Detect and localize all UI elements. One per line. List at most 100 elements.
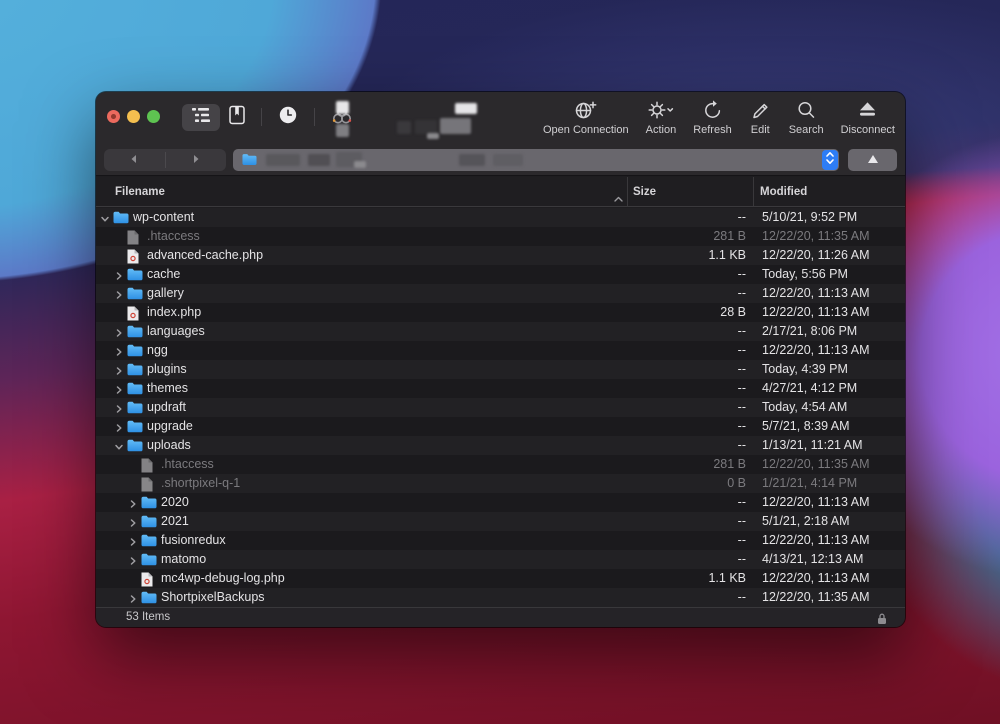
up-triangle-icon — [867, 151, 879, 169]
redacted-path-segment — [266, 154, 300, 166]
table-row[interactable]: themes--4/27/21, 4:12 PM — [96, 379, 905, 398]
table-row[interactable]: wp-content--5/10/21, 9:52 PM — [96, 208, 905, 227]
table-row[interactable]: ShortpixelBackups--12/22/20, 11:35 AM — [96, 588, 905, 607]
redacted-path-segment — [493, 154, 523, 166]
file-size: -- — [96, 284, 746, 303]
file-modified-date: 12/22/20, 11:35 AM — [762, 227, 870, 246]
file-modified-date: 12/22/20, 11:13 AM — [762, 341, 870, 360]
bookmarks-icon — [229, 105, 245, 130]
file-size: 281 B — [96, 227, 746, 246]
redacted-server-name — [427, 133, 439, 139]
file-size: 1.1 KB — [96, 569, 746, 588]
history-clock-icon — [278, 105, 298, 130]
table-row[interactable]: mc4wp-debug-log.php1.1 KB12/22/20, 11:13… — [96, 569, 905, 588]
file-size: -- — [96, 550, 746, 569]
table-row[interactable]: cache--Today, 5:56 PM — [96, 265, 905, 284]
file-modified-date: 12/22/20, 11:26 AM — [762, 246, 870, 265]
redacted-server-name — [415, 120, 437, 134]
file-size: -- — [96, 417, 746, 436]
file-modified-date: Today, 4:39 PM — [762, 360, 848, 379]
disconnect-button[interactable]: Disconnect — [841, 99, 895, 136]
file-size: -- — [96, 531, 746, 550]
table-row[interactable]: 2020--12/22/20, 11:13 AM — [96, 493, 905, 512]
globe-plus-icon — [573, 99, 598, 122]
back-arrow-icon — [129, 151, 139, 169]
table-row[interactable]: upgrade--5/7/21, 8:39 AM — [96, 417, 905, 436]
file-size: -- — [96, 493, 746, 512]
file-modified-date: 4/13/21, 12:13 AM — [762, 550, 863, 569]
file-list-header: Filename Size Modified — [96, 177, 905, 207]
table-row[interactable]: .htaccess281 B12/22/20, 11:35 AM — [96, 455, 905, 474]
toolbar-button-label: Edit — [751, 124, 770, 136]
gear-chevron-icon — [647, 99, 674, 122]
redacted-tab-icon — [336, 101, 349, 114]
close-button[interactable] — [107, 110, 120, 123]
toolbar-button-label: Action — [646, 124, 677, 136]
table-row[interactable]: plugins--Today, 4:39 PM — [96, 360, 905, 379]
table-row[interactable]: gallery--12/22/20, 11:13 AM — [96, 284, 905, 303]
path-stepper-control[interactable] — [822, 150, 838, 170]
history-nav-control — [104, 149, 226, 171]
table-row[interactable]: fusionredux--12/22/20, 11:13 AM — [96, 531, 905, 550]
redacted-server-name — [397, 121, 411, 134]
status-bar: 53 Items — [96, 607, 905, 627]
column-header-filename[interactable]: Filename — [115, 177, 165, 206]
outline-view-button[interactable] — [182, 104, 220, 131]
table-row[interactable]: advanced-cache.php1.1 KB12/22/20, 11:26 … — [96, 246, 905, 265]
file-size: -- — [96, 265, 746, 284]
table-row[interactable]: .htaccess281 B12/22/20, 11:35 AM — [96, 227, 905, 246]
action-button[interactable]: Action — [646, 99, 677, 136]
refresh-arrow-icon — [701, 99, 724, 122]
lock-icon — [877, 612, 887, 627]
search-button[interactable]: Search — [789, 99, 824, 136]
table-row[interactable]: languages--2/17/21, 8:06 PM — [96, 322, 905, 341]
column-header-modified[interactable]: Modified — [760, 177, 807, 206]
file-size: 0 B — [96, 474, 746, 493]
file-modified-date: 2/17/21, 8:06 PM — [762, 322, 857, 341]
zoom-button[interactable] — [147, 110, 160, 123]
table-row[interactable]: .shortpixel-q-10 B1/21/21, 4:14 PM — [96, 474, 905, 493]
column-header-size[interactable]: Size — [633, 177, 656, 206]
table-row[interactable]: ngg--12/22/20, 11:13 AM — [96, 341, 905, 360]
column-divider[interactable] — [627, 177, 628, 206]
toolbar-separator — [261, 108, 262, 126]
redacted-label — [455, 103, 477, 114]
toolbar-button-label: Open Connection — [543, 124, 629, 136]
file-size: -- — [96, 436, 746, 455]
file-size: 28 B — [96, 303, 746, 322]
open-connection-button[interactable]: Open Connection — [543, 99, 629, 136]
redacted-path-segment — [354, 161, 366, 168]
upload-button[interactable] — [848, 149, 897, 171]
edit-button[interactable]: Edit — [749, 99, 772, 136]
table-row[interactable]: index.php28 B12/22/20, 11:13 AM — [96, 303, 905, 322]
bookmarks-button[interactable] — [220, 104, 254, 131]
ftp-client-window: Open Connection Action Refresh Edit — [96, 92, 905, 627]
forward-arrow-icon — [191, 151, 201, 169]
table-row[interactable]: 2021--5/1/21, 2:18 AM — [96, 512, 905, 531]
file-modified-date: 1/13/21, 11:21 AM — [762, 436, 863, 455]
table-row[interactable]: matomo--4/13/21, 12:13 AM — [96, 550, 905, 569]
history-button[interactable] — [269, 104, 307, 131]
window-toolbar: Open Connection Action Refresh Edit — [96, 92, 905, 146]
up-down-chevrons-icon — [825, 151, 835, 170]
refresh-button[interactable]: Refresh — [693, 99, 732, 136]
file-size: -- — [96, 341, 746, 360]
file-size: -- — [96, 379, 746, 398]
redacted-path-segment — [459, 154, 485, 166]
path-popup-menu[interactable] — [233, 149, 839, 171]
file-modified-date: 12/22/20, 11:13 AM — [762, 531, 870, 550]
column-divider[interactable] — [753, 177, 754, 206]
toolbar-button-label: Refresh — [693, 124, 732, 136]
forward-button[interactable] — [166, 149, 227, 171]
file-modified-date: 5/10/21, 9:52 PM — [762, 208, 857, 227]
table-row[interactable]: updraft--Today, 4:54 AM — [96, 398, 905, 417]
file-size: -- — [96, 398, 746, 417]
file-size: -- — [96, 512, 746, 531]
toolbar-buttons: Open Connection Action Refresh Edit — [543, 99, 895, 136]
items-count: 53 Items — [126, 608, 170, 627]
minimize-button[interactable] — [127, 110, 140, 123]
back-button[interactable] — [104, 149, 165, 171]
table-row[interactable]: uploads--1/13/21, 11:21 AM — [96, 436, 905, 455]
toolbar-button-label: Search — [789, 124, 824, 136]
file-modified-date: 1/21/21, 4:14 PM — [762, 474, 857, 493]
